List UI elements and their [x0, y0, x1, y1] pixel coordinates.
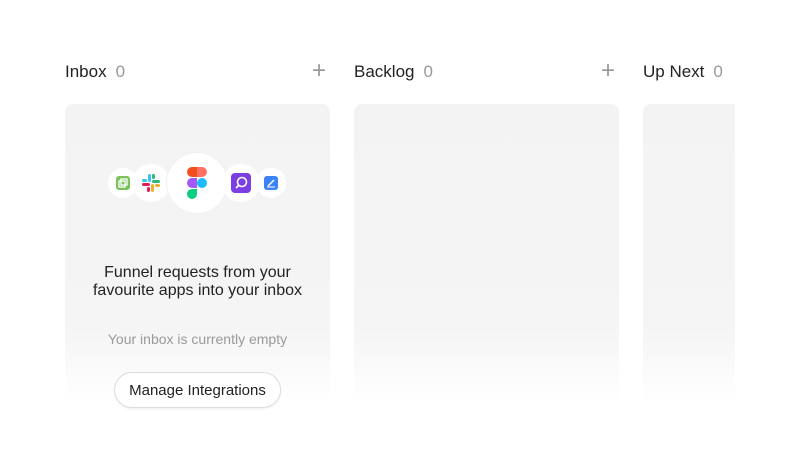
empty-state-subtext: Your inbox is currently empty [107, 331, 288, 347]
column-title: Backlog [354, 62, 415, 81]
figma-icon [167, 153, 227, 213]
add-item-button[interactable]: + [597, 59, 619, 83]
column-header: Backlog 0 + [354, 59, 619, 83]
column-count: 0 [713, 62, 723, 81]
column-card-area [354, 104, 619, 404]
add-item-button[interactable]: + [308, 59, 330, 83]
inbox-empty-state: Funnel requests from your favourite apps… [65, 104, 330, 408]
column-backlog: Backlog 0 + [354, 0, 619, 476]
column-count: 0 [423, 62, 433, 81]
empty-state-message: Funnel requests from your favourite apps… [92, 264, 302, 299]
slack-icon [132, 164, 170, 202]
column-card-area [643, 104, 735, 404]
column-count: 0 [115, 62, 126, 81]
column-header: Inbox 0 + [65, 59, 330, 83]
manage-integrations-button[interactable]: Manage Integrations [114, 372, 281, 408]
kanban-board: Inbox 0 + Funnel requests from your favo… [0, 0, 735, 476]
column-inbox: Inbox 0 + Funnel requests from your favo… [65, 0, 330, 476]
column-title: Up Next [643, 62, 705, 81]
column-header: Up Next 0 [643, 61, 735, 83]
blue-edit-app-icon [256, 168, 286, 198]
column-title: Inbox [65, 62, 107, 81]
purple-app-icon [222, 164, 260, 202]
column-up-next: Up Next 0 [643, 0, 735, 476]
